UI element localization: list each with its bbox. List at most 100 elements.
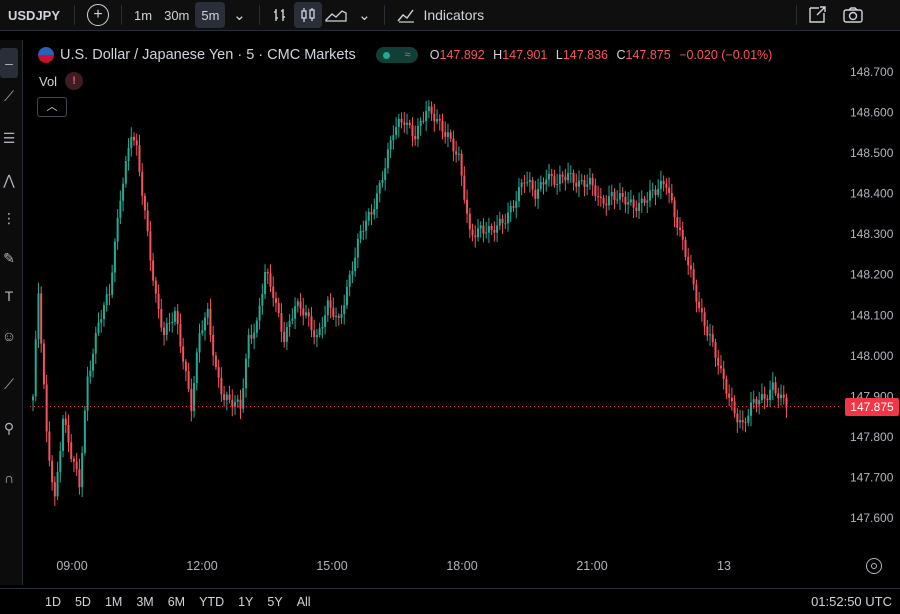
candle-body bbox=[632, 199, 635, 208]
text-tool-icon[interactable]: T bbox=[0, 288, 18, 304]
candle-body bbox=[498, 218, 501, 226]
zoom-in-icon[interactable]: ⚲ bbox=[0, 420, 18, 437]
magnet-icon[interactable]: ∩ bbox=[0, 470, 18, 486]
candles-chart-type-icon[interactable] bbox=[294, 2, 323, 28]
drawing-toolbar: – ⟋ ☰ ⋀ ⋮ ✎ T ☺ ⟋ ⚲ ∩ bbox=[0, 40, 23, 585]
candle-body bbox=[244, 358, 247, 389]
range-1m-button[interactable]: 1M bbox=[98, 595, 129, 609]
candle-body bbox=[684, 239, 687, 257]
add-symbol-button[interactable]: + bbox=[87, 4, 110, 26]
candle-body bbox=[695, 284, 698, 302]
candle-body bbox=[515, 201, 518, 208]
candle-body bbox=[700, 308, 703, 313]
trend-line-icon[interactable]: ⟋ bbox=[0, 88, 18, 105]
chart-type-chevron-down-icon[interactable]: ⌄ bbox=[350, 2, 378, 28]
candle-body bbox=[220, 377, 223, 395]
candle-body bbox=[583, 180, 586, 187]
candle-body bbox=[184, 361, 187, 372]
candle-body bbox=[766, 398, 769, 401]
market-status-badge[interactable]: ≈ bbox=[375, 47, 418, 63]
indicators-button[interactable]: Indicators bbox=[391, 2, 490, 28]
collapse-legend-chevron-up-icon[interactable]: ︿ bbox=[37, 97, 67, 117]
candle-body bbox=[335, 315, 338, 317]
interval-30m-button[interactable]: 30m bbox=[158, 2, 195, 28]
wave-icon: ≈ bbox=[404, 49, 411, 61]
symbol-search-button[interactable]: USDJPY bbox=[0, 2, 68, 28]
candle-body bbox=[679, 227, 682, 230]
range-3m-button[interactable]: 3M bbox=[129, 595, 160, 609]
candle-body bbox=[157, 293, 160, 310]
range-1d-button[interactable]: 1D bbox=[38, 595, 68, 609]
candle-body bbox=[476, 228, 479, 238]
candle-body bbox=[657, 188, 660, 195]
interval-1m-button[interactable]: 1m bbox=[128, 2, 158, 28]
range-ytd-button[interactable]: YTD bbox=[192, 595, 231, 609]
candle-body bbox=[274, 298, 277, 303]
candle-body bbox=[594, 185, 597, 197]
candle-body bbox=[438, 119, 441, 121]
candle-body bbox=[53, 482, 56, 497]
candle-body bbox=[78, 469, 81, 488]
candle-body bbox=[752, 399, 755, 403]
candle-body bbox=[717, 357, 720, 366]
candle-body bbox=[474, 235, 477, 238]
interval-5m-button[interactable]: 5m bbox=[195, 2, 226, 28]
candle-body bbox=[422, 120, 425, 122]
bottom-toolbar: 1D 5D 1M 3M 6M YTD 1Y 5Y All 01:52:50 UT… bbox=[0, 588, 900, 614]
candle-body bbox=[509, 206, 512, 213]
ruler-icon[interactable]: ⟋ bbox=[0, 376, 18, 393]
range-all-button[interactable]: All bbox=[290, 595, 318, 609]
candle-body bbox=[146, 210, 149, 232]
symbol-title[interactable]: U.S. Dollar / Japanese Yen · 5 · CMC Mar… bbox=[60, 47, 356, 63]
candle-body bbox=[640, 198, 643, 204]
candle-body bbox=[163, 327, 166, 335]
price-chart[interactable]: 09:00 12:00 15:00 18:00 21:00 13 bbox=[30, 40, 842, 585]
camera-snapshot-icon[interactable] bbox=[839, 2, 867, 28]
candle-body bbox=[283, 331, 286, 342]
chart-settings-gear-icon[interactable] bbox=[866, 558, 882, 574]
emoji-icon[interactable]: ☺ bbox=[0, 328, 18, 344]
candle-body bbox=[659, 180, 662, 189]
fib-retracement-icon[interactable]: ☰ bbox=[0, 130, 18, 147]
range-5y-button[interactable]: 5Y bbox=[260, 595, 289, 609]
pattern-tool-icon[interactable]: ⋀ bbox=[0, 172, 18, 189]
candle-body bbox=[542, 182, 545, 185]
cursor-icon[interactable]: – bbox=[0, 48, 18, 78]
fullscreen-icon[interactable] bbox=[803, 2, 831, 28]
forecast-tool-icon[interactable]: ⋮ bbox=[0, 210, 18, 227]
bar-chart-type-icon[interactable] bbox=[266, 2, 294, 28]
candle-body bbox=[264, 271, 267, 295]
candle-body bbox=[258, 305, 261, 321]
area-chart-type-icon[interactable] bbox=[322, 2, 350, 28]
candle-body bbox=[493, 229, 496, 233]
candle-body bbox=[223, 394, 226, 400]
utc-clock[interactable]: 01:52:50 UTC bbox=[811, 594, 892, 609]
candle-body bbox=[253, 332, 256, 339]
candle-body bbox=[780, 394, 783, 399]
candle-body bbox=[749, 402, 752, 416]
candle-body bbox=[168, 323, 171, 325]
candle-body bbox=[345, 286, 348, 306]
price-axis[interactable]: 148.700 148.600 148.500 148.400 148.300 148.2… bbox=[842, 40, 900, 585]
candle-body bbox=[272, 286, 275, 299]
volume-label[interactable]: Vol bbox=[39, 74, 57, 89]
candle-body bbox=[747, 415, 750, 423]
indicators-icon bbox=[397, 9, 415, 23]
brush-icon[interactable]: ✎ bbox=[0, 250, 18, 267]
range-6m-button[interactable]: 6M bbox=[161, 595, 192, 609]
candle-body bbox=[455, 151, 458, 155]
candle-body bbox=[395, 127, 398, 136]
candle-body bbox=[299, 301, 302, 309]
volume-warning-icon[interactable]: ! bbox=[65, 72, 84, 90]
candle-body bbox=[143, 195, 146, 211]
price-axis-label: 148.600 bbox=[850, 106, 894, 120]
candle-body bbox=[643, 198, 646, 203]
candle-body bbox=[108, 294, 111, 296]
time-axis-label: 21:00 bbox=[576, 559, 607, 573]
range-1y-button[interactable]: 1Y bbox=[231, 595, 260, 609]
interval-dropdown-chevron-down-icon[interactable]: ⌄ bbox=[225, 2, 253, 28]
candle-body bbox=[758, 400, 761, 405]
candle-body bbox=[714, 342, 717, 358]
range-5d-button[interactable]: 5D bbox=[68, 595, 98, 609]
candle-body bbox=[403, 122, 406, 125]
